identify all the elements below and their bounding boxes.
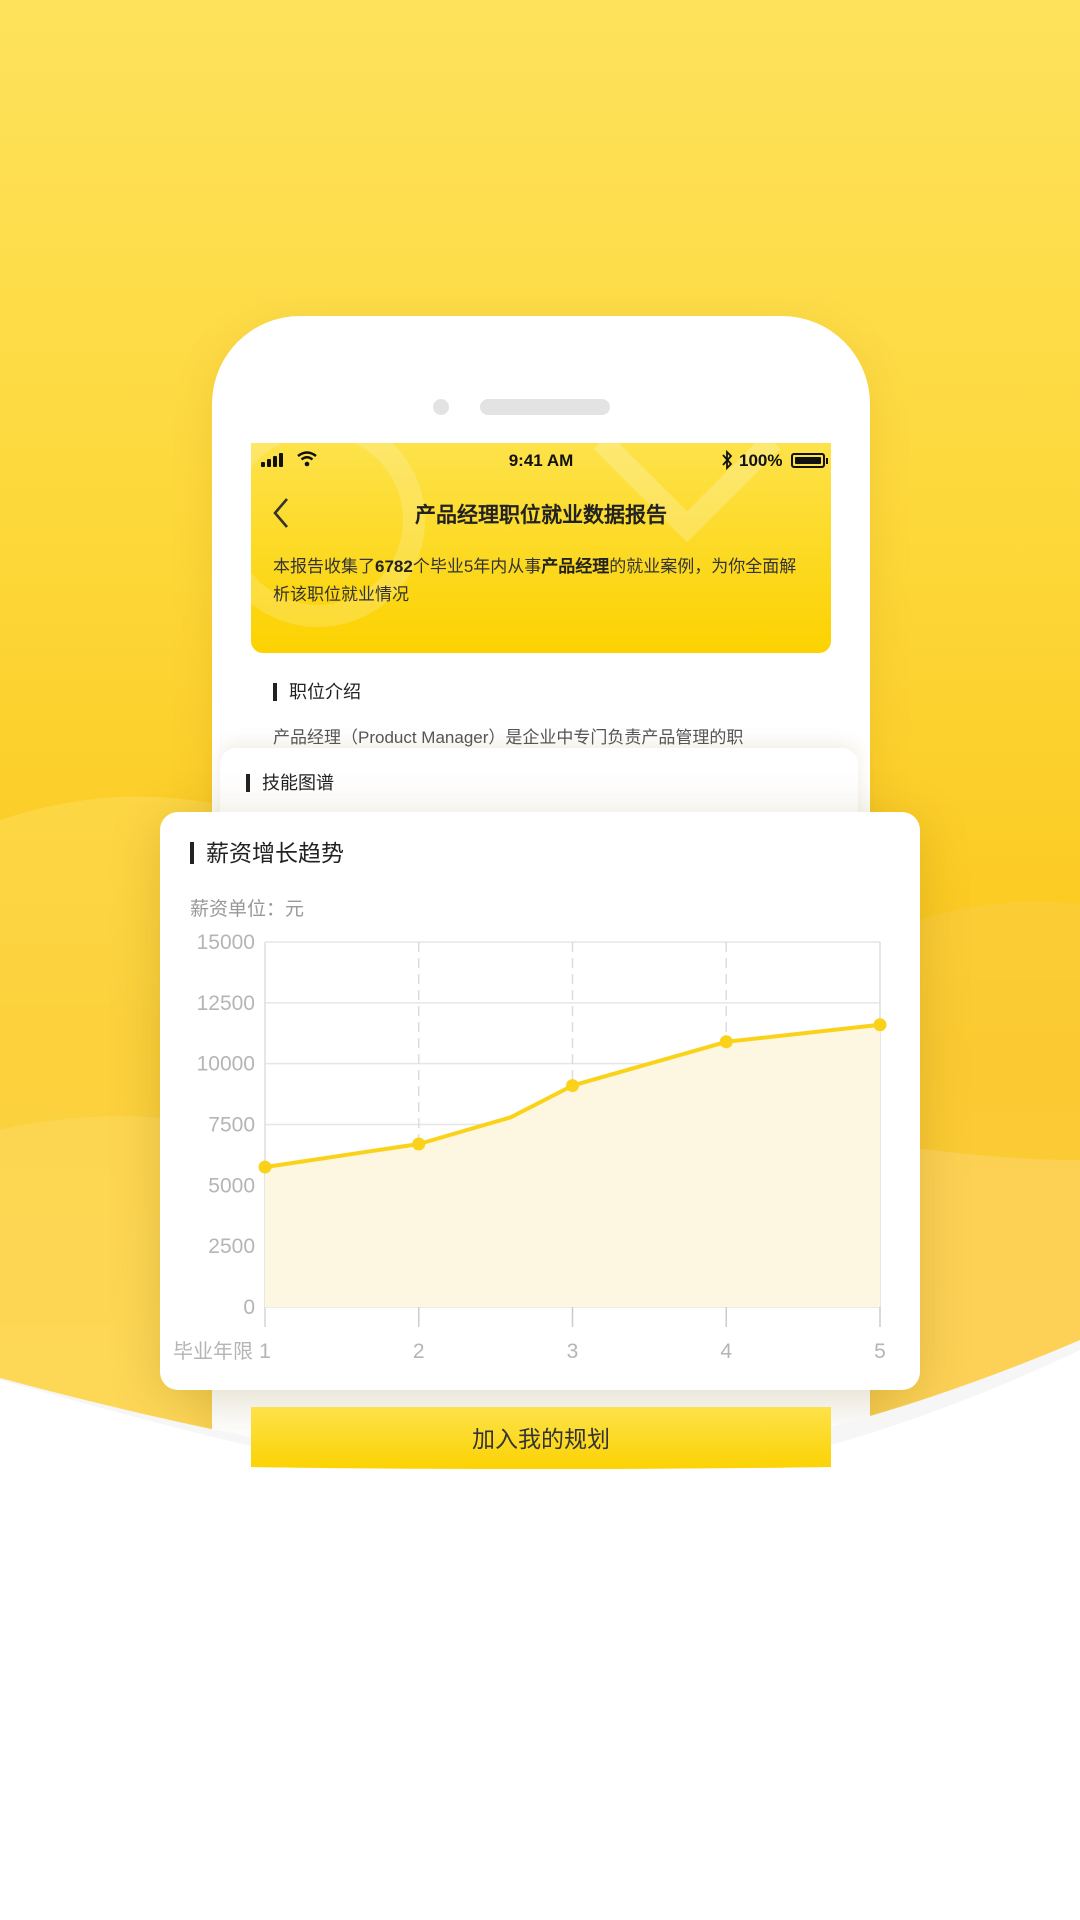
bluetooth-icon bbox=[722, 450, 733, 470]
y-tick-label: 2500 bbox=[208, 1235, 255, 1258]
page-title: 产品经理职位就业数据报告 bbox=[415, 504, 667, 527]
salary-trend-card: 薪资增长趋势 薪资单位：元 15000 12500 10000 7500 5000 250… bbox=[160, 812, 920, 1390]
data-point bbox=[566, 1079, 579, 1093]
report-header: 9:41 AM 100% 产品经理职位就业数据报告 本报告收集了6782个毕业5… bbox=[251, 443, 831, 653]
y-tick-label: 7500 bbox=[208, 1114, 255, 1137]
x-tick-label: 1 bbox=[259, 1340, 271, 1363]
x-tick-label: 5 bbox=[874, 1340, 886, 1363]
job-intro-section: 职位介绍 产品经理（Product Manager）是企业中专门负责产品管理的职 bbox=[251, 653, 831, 753]
y-tick-label: 0 bbox=[243, 1296, 255, 1319]
battery-percent: 100% bbox=[739, 451, 783, 470]
x-tick-label: 3 bbox=[567, 1340, 579, 1363]
data-point bbox=[719, 1035, 733, 1049]
x-tick-label: 4 bbox=[720, 1340, 732, 1363]
phone-speaker bbox=[480, 399, 610, 415]
y-tick-label: 5000 bbox=[208, 1174, 255, 1197]
y-tick-label: 12500 bbox=[197, 992, 255, 1015]
report-intro: 本报告收集了6782个毕业5年内从事产品经理的就业案例，为你全面解析该职位就业情… bbox=[273, 557, 797, 604]
status-time: 9:41 AM bbox=[508, 451, 574, 470]
salary-area-fill bbox=[265, 1024, 880, 1307]
phone-camera bbox=[433, 399, 449, 415]
job-intro-title: 职位介绍 bbox=[273, 683, 361, 701]
data-point bbox=[258, 1160, 272, 1174]
data-point bbox=[412, 1137, 426, 1151]
y-tick-label: 15000 bbox=[197, 931, 255, 954]
job-intro-text: 产品经理（Product Manager）是企业中专门负责产品管理的职 bbox=[273, 728, 744, 747]
data-point bbox=[873, 1018, 887, 1032]
status-bar: 9:41 AM 100% bbox=[261, 449, 828, 473]
y-tick-label: 10000 bbox=[197, 1053, 255, 1076]
salary-line-chart: 15000 12500 10000 7500 5000 2500 01 2 3 4 5 毕业年限 bbox=[173, 931, 887, 1363]
x-tick-label: 2 bbox=[413, 1340, 425, 1363]
skills-title: 技能图谱 bbox=[246, 774, 334, 792]
battery-icon bbox=[791, 453, 828, 468]
x-axis-label: 毕业年限 bbox=[173, 1340, 253, 1363]
add-to-plan-button[interactable]: 加入我的规划 bbox=[251, 1407, 831, 1471]
